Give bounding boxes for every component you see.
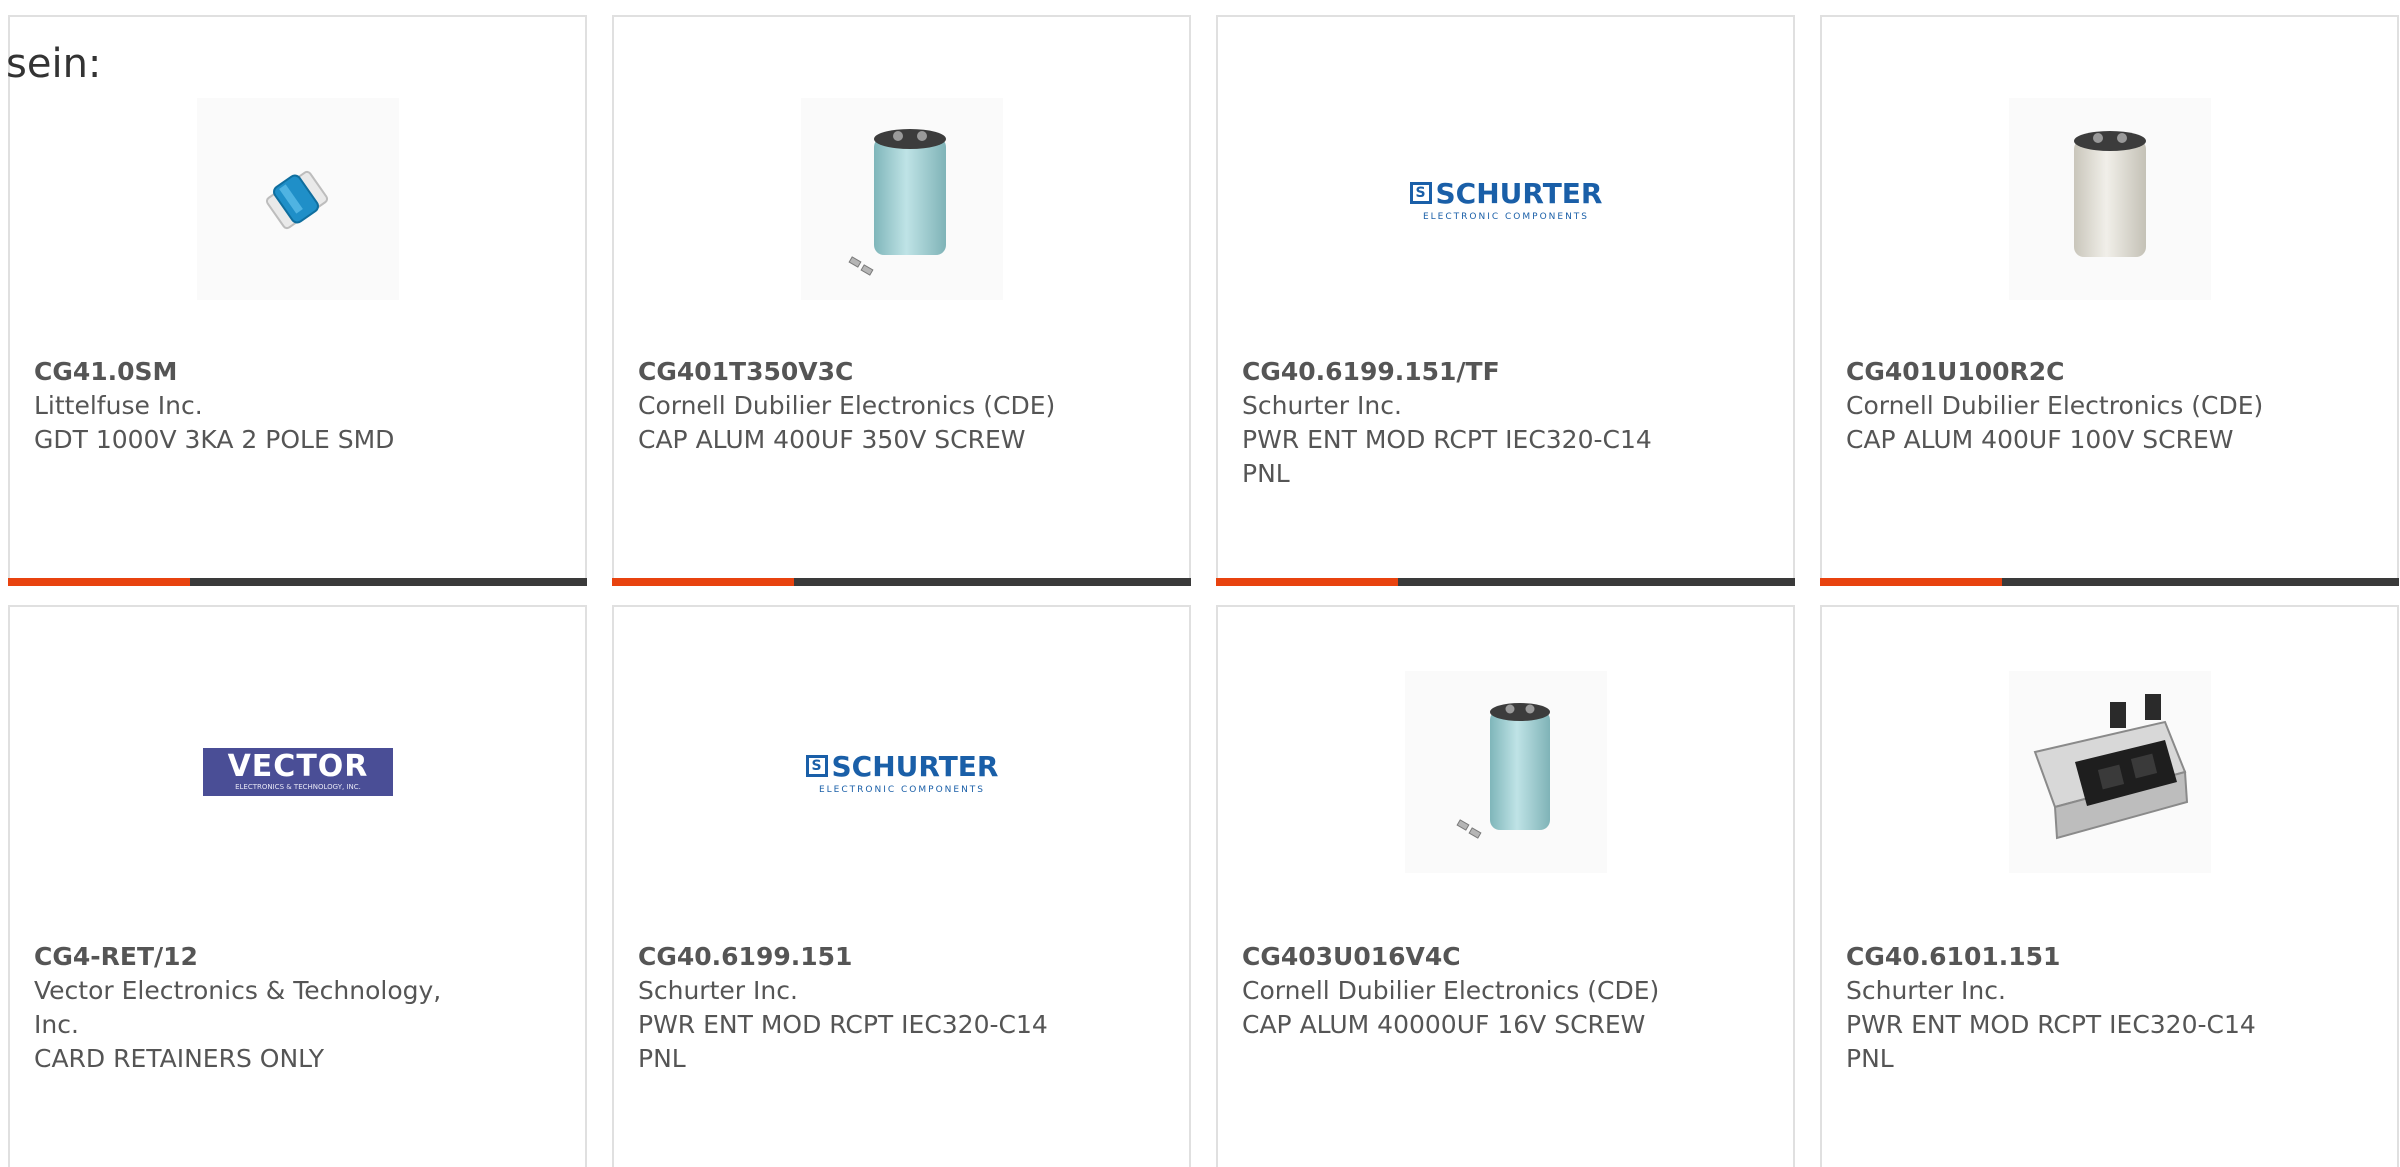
manufacturer-name: Schurter Inc.	[638, 976, 798, 1005]
product-info: CG403U016V4C Cornell Dubilier Electronic…	[1242, 940, 1702, 1042]
manufacturer-name: Vector Electronics & Technology, Inc.	[34, 976, 442, 1039]
product-card[interactable]: CG41.0SM Littelfuse Inc. GDT 1000V 3KA 2…	[8, 15, 587, 586]
card-accent-bar	[1820, 578, 2002, 586]
vector-logo: VECTOR ELECTRONICS & TECHNOLOGY, INC.	[203, 748, 393, 796]
manufacturer-name: Schurter Inc.	[1846, 976, 2006, 1005]
schurter-logo-text: SCHURTER	[1435, 176, 1603, 210]
product-thumbnail[interactable]	[801, 98, 1003, 300]
manufacturer-name: Cornell Dubilier Electronics (CDE)	[1846, 391, 2264, 420]
card-bottom-bar	[1216, 578, 1795, 586]
product-grid: CG41.0SM Littelfuse Inc. GDT 1000V 3KA 2…	[8, 15, 2399, 586]
product-thumbnail[interactable]: S SCHURTER ELECTRONIC COMPONENTS	[1405, 98, 1607, 300]
product-description: CAP ALUM 40000UF 16V SCREW	[1242, 1010, 1646, 1039]
schurter-logo-mark: S	[1409, 182, 1432, 204]
product-info: CG40.6199.151 Schurter Inc. PWR ENT MOD …	[638, 940, 1098, 1076]
capacitor-cream-icon	[2074, 131, 2146, 257]
product-info: CG41.0SM Littelfuse Inc. GDT 1000V 3KA 2…	[34, 355, 494, 457]
schurter-logo-text: SCHURTER	[831, 749, 999, 783]
product-description: PWR ENT MOD RCPT IEC320-C14 PNL	[1242, 425, 1652, 488]
capacitor-teal-icon	[848, 129, 946, 276]
product-card[interactable]: CG40.6101.151 Schurter Inc. PWR ENT MOD …	[1820, 605, 2399, 1167]
product-listing-page: sein: CG41.0SM Littelfuse Inc. GDT 1000V…	[0, 0, 2400, 1167]
product-info: CG401T350V3C Cornell Dubilier Electronic…	[638, 355, 1098, 457]
product-info: CG40.6199.151/TF Schurter Inc. PWR ENT M…	[1242, 355, 1702, 491]
power-entry-module-icon	[2033, 694, 2189, 840]
manufacturer-name: Cornell Dubilier Electronics (CDE)	[638, 391, 1056, 420]
part-number-link[interactable]: CG40.6199.151	[638, 940, 1098, 974]
manufacturer-name: Littelfuse Inc.	[34, 391, 203, 420]
product-thumbnail[interactable]: VECTOR ELECTRONICS & TECHNOLOGY, INC.	[197, 671, 399, 873]
card-accent-bar	[1216, 578, 1398, 586]
product-thumbnail[interactable]: S SCHURTER ELECTRONIC COMPONENTS	[801, 671, 1003, 873]
product-info: CG401U100R2C Cornell Dubilier Electronic…	[1846, 355, 2306, 457]
part-number-link[interactable]: CG41.0SM	[34, 355, 494, 389]
product-card[interactable]: VECTOR ELECTRONICS & TECHNOLOGY, INC. CG…	[8, 605, 587, 1167]
product-description: PWR ENT MOD RCPT IEC320-C14 PNL	[1846, 1010, 2256, 1073]
card-accent-bar	[612, 578, 794, 586]
card-bottom-bar	[1820, 578, 2399, 586]
product-description: GDT 1000V 3KA 2 POLE SMD	[34, 425, 395, 454]
product-grid-row-2: VECTOR ELECTRONICS & TECHNOLOGY, INC. CG…	[8, 605, 2399, 1167]
card-bottom-bar	[8, 578, 587, 586]
part-number-link[interactable]: CG4-RET/12	[34, 940, 494, 974]
product-card[interactable]: CG401U100R2C Cornell Dubilier Electronic…	[1820, 15, 2399, 586]
part-number-link[interactable]: CG401T350V3C	[638, 355, 1098, 389]
product-thumbnail[interactable]	[2009, 98, 2211, 300]
product-card[interactable]: CG403U016V4C Cornell Dubilier Electronic…	[1216, 605, 1795, 1167]
part-number-link[interactable]: CG40.6101.151	[1846, 940, 2306, 974]
capacitor-teal-icon	[1456, 703, 1550, 839]
vector-logo-tagline: ELECTRONICS & TECHNOLOGY, INC.	[235, 783, 361, 791]
product-description: CARD RETAINERS ONLY	[34, 1044, 325, 1073]
product-card[interactable]: S SCHURTER ELECTRONIC COMPONENTS CG40.61…	[1216, 15, 1795, 586]
manufacturer-name: Cornell Dubilier Electronics (CDE)	[1242, 976, 1660, 1005]
schurter-logo-tagline: ELECTRONIC COMPONENTS	[1422, 211, 1590, 222]
product-thumbnail[interactable]	[197, 98, 399, 300]
schurter-logo-tagline: ELECTRONIC COMPONENTS	[818, 784, 986, 795]
manufacturer-name: Schurter Inc.	[1242, 391, 1402, 420]
product-thumbnail[interactable]	[1405, 671, 1607, 873]
product-info: CG40.6101.151 Schurter Inc. PWR ENT MOD …	[1846, 940, 2306, 1076]
part-number-link[interactable]: CG403U016V4C	[1242, 940, 1702, 974]
product-card[interactable]: CG401T350V3C Cornell Dubilier Electronic…	[612, 15, 1191, 586]
product-card[interactable]: S SCHURTER ELECTRONIC COMPONENTS CG40.61…	[612, 605, 1191, 1167]
schurter-logo: S SCHURTER ELECTRONIC COMPONENTS	[805, 749, 999, 795]
schurter-logo-mark: S	[805, 755, 828, 777]
product-thumbnail[interactable]	[2009, 671, 2211, 873]
vector-logo-text: VECTOR	[227, 749, 369, 784]
schurter-logo: S SCHURTER ELECTRONIC COMPONENTS	[1409, 176, 1603, 222]
truncated-heading-text: sein:	[6, 41, 102, 87]
part-number-link[interactable]: CG401U100R2C	[1846, 355, 2306, 389]
part-number-link[interactable]: CG40.6199.151/TF	[1242, 355, 1702, 389]
product-description: PWR ENT MOD RCPT IEC320-C14 PNL	[638, 1010, 1048, 1073]
product-description: CAP ALUM 400UF 350V SCREW	[638, 425, 1026, 454]
card-accent-bar	[8, 578, 190, 586]
gdt-component-icon	[265, 170, 329, 230]
product-info: CG4-RET/12 Vector Electronics & Technolo…	[34, 940, 494, 1076]
product-description: CAP ALUM 400UF 100V SCREW	[1846, 425, 2234, 454]
card-bottom-bar	[612, 578, 1191, 586]
